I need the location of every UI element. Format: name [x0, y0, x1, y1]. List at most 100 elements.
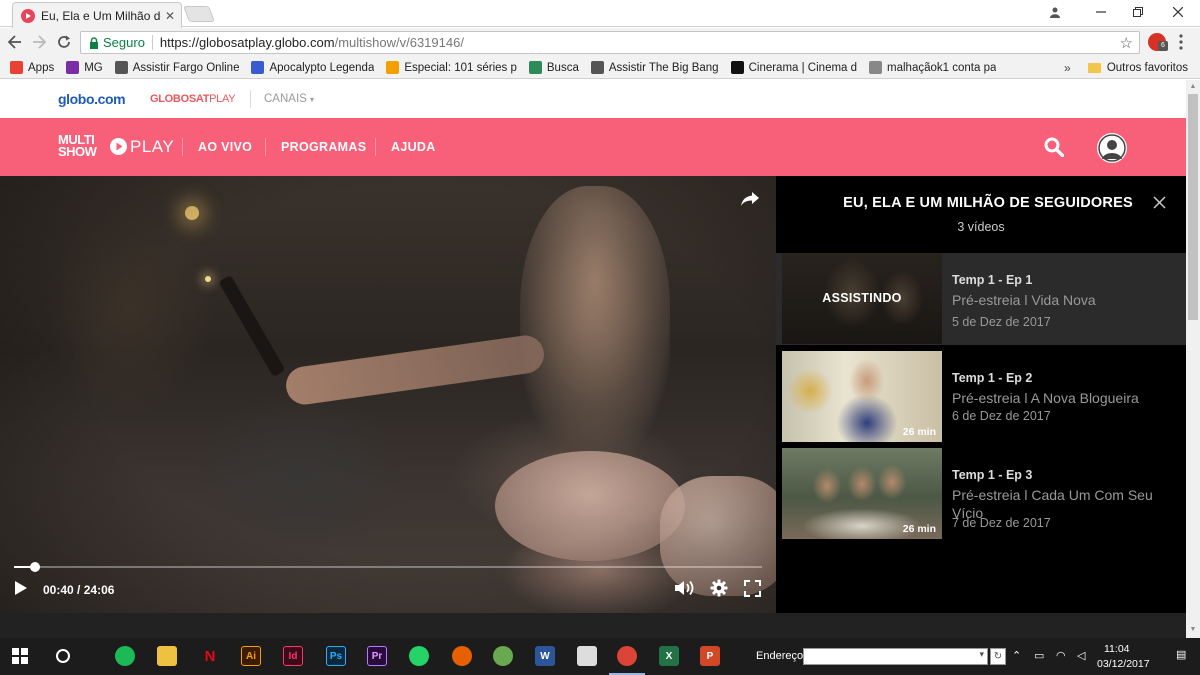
video-player[interactable]: 00:40 / 24:06: [0, 176, 776, 613]
minimize-icon[interactable]: [1090, 4, 1112, 20]
bookmarks-bar: Apps MG Assistir Fargo Online Apocalypto Le…: [0, 57, 1200, 79]
bookmark-label: Assistir Fargo Online: [132, 61, 240, 74]
notifications-icon[interactable]: ▤: [1176, 648, 1186, 661]
globo-logo[interactable]: globo.com: [58, 91, 126, 107]
back-arrow-icon[interactable]: [6, 33, 24, 51]
page-scrollbar[interactable]: ▲ ▼: [1186, 80, 1200, 638]
volume-icon[interactable]: [674, 579, 696, 597]
forward-arrow-icon[interactable]: [30, 33, 48, 51]
bookmark-item[interactable]: Apocalypto Legenda: [251, 61, 374, 74]
address-bar[interactable]: Seguro https://globosatplay.globo.com /m…: [80, 31, 1140, 54]
address-toolbar-input[interactable]: ▾: [803, 648, 988, 665]
episode-number: Temp 1 - Ep 3: [952, 468, 1033, 482]
bookmark-label: MG: [84, 61, 103, 74]
browser-tab[interactable]: Eu, Ela e Um Milhão de S ✕: [12, 2, 182, 28]
scrollbar-thumb[interactable]: [1188, 94, 1198, 320]
nav-programas[interactable]: PROGRAMAS: [281, 140, 366, 154]
bookmarks-overflow-icon[interactable]: »: [1064, 61, 1071, 75]
chrome-menu-icon[interactable]: [1178, 34, 1184, 50]
nav-ajuda[interactable]: AJUDA: [391, 140, 436, 154]
video-time: 00:40 / 24:06: [43, 583, 115, 597]
wifi-icon[interactable]: ◠: [1056, 649, 1066, 662]
refresh-icon[interactable]: ↻: [990, 648, 1006, 665]
profile-icon[interactable]: [1044, 4, 1066, 20]
bookmark-item[interactable]: MG: [66, 61, 103, 74]
premiere-icon[interactable]: Pr: [367, 646, 387, 666]
cortana-icon[interactable]: [53, 646, 73, 666]
bookmark-item[interactable]: Apps: [10, 61, 54, 74]
bookmark-star-icon[interactable]: ☆: [1120, 34, 1133, 52]
user-avatar[interactable]: [1097, 133, 1127, 163]
video-progress-bar[interactable]: [14, 562, 762, 572]
globosat-play-logo[interactable]: GLOBOSATPLAY: [150, 93, 236, 105]
play-icon[interactable]: [14, 580, 28, 596]
bookmark-item[interactable]: malhaçãok1 conta pa: [869, 61, 996, 74]
scroll-down-icon[interactable]: ▼: [1189, 626, 1197, 633]
chrome-icon[interactable]: [617, 646, 637, 666]
nav-divider: [265, 138, 266, 156]
excel-icon[interactable]: X: [659, 646, 679, 666]
bookmark-label: Apps: [28, 61, 55, 74]
playlist-title: EU, ELA E UM MILHÃO DE SEGUIDORES: [843, 195, 1133, 211]
clock-date[interactable]: 03/12/2017: [1097, 658, 1150, 670]
speaker-icon[interactable]: ◁: [1077, 649, 1085, 662]
powerpoint-icon[interactable]: P: [700, 646, 720, 666]
app-green-icon[interactable]: [493, 646, 513, 666]
bookmark-item[interactable]: Cinerama | Cinema d: [730, 61, 857, 74]
omnibox-divider: [151, 35, 153, 50]
scroll-up-icon[interactable]: ▲: [1189, 83, 1197, 90]
other-bookmarks[interactable]: Outros favoritos: [1087, 57, 1188, 79]
url-host: https://globosatplay.globo.com: [159, 35, 335, 50]
bookmark-item[interactable]: Busca: [528, 61, 579, 74]
clock-time[interactable]: 11:04: [1104, 643, 1130, 655]
episode-item[interactable]: ASSISTINDO Temp 1 - Ep 1 Pré-estreia l V…: [776, 253, 1186, 345]
store-icon[interactable]: [577, 646, 597, 666]
nav-ao-vivo[interactable]: AO VIVO: [198, 140, 252, 154]
share-icon[interactable]: [740, 191, 760, 207]
bookmark-item[interactable]: Assistir The Big Bang: [590, 61, 719, 74]
whatsapp-icon[interactable]: [409, 646, 429, 666]
bookmark-label: Especial: 101 séries p: [404, 61, 517, 74]
file-explorer-icon[interactable]: [157, 646, 177, 666]
bookmark-favicon-icon: [66, 61, 80, 74]
close-tab-icon[interactable]: ✕: [165, 9, 175, 23]
fullscreen-icon[interactable]: [744, 580, 761, 597]
bookmark-favicon-icon: [386, 61, 400, 74]
multishow-logo[interactable]: MULTI SHOW: [58, 133, 97, 158]
settings-gear-icon[interactable]: [710, 579, 728, 597]
illustrator-icon[interactable]: Ai: [241, 646, 261, 666]
chevron-up-icon[interactable]: ⌃: [1012, 649, 1021, 662]
bookmark-item[interactable]: Assistir Fargo Online: [114, 61, 240, 74]
episode-number: Temp 1 - Ep 1: [952, 273, 1033, 287]
firefox-icon[interactable]: [452, 646, 472, 666]
video-progress-handle[interactable]: [30, 562, 40, 572]
other-bookmarks-label: Outros favoritos: [1106, 62, 1188, 74]
nav-divider: [182, 138, 183, 156]
indesign-icon[interactable]: Id: [283, 646, 303, 666]
close-icon[interactable]: [1153, 196, 1166, 209]
episode-item[interactable]: 26 min Temp 1 - Ep 2 Pré-estreia l A Nov…: [776, 351, 1186, 443]
chevron-down-icon[interactable]: ▾: [979, 649, 984, 660]
close-window-icon[interactable]: [1167, 4, 1189, 20]
secure-label: Seguro: [103, 35, 145, 50]
bookmark-favicon-icon: [869, 61, 883, 74]
search-icon[interactable]: [1044, 137, 1064, 157]
channels-dropdown[interactable]: CANAIS ▾: [264, 93, 314, 105]
current-time: 00:40: [43, 583, 74, 597]
episode-item[interactable]: 26 min Temp 1 - Ep 3 Pré-estreia l Cada …: [776, 448, 1186, 540]
restore-icon[interactable]: [1127, 4, 1149, 20]
bookmark-item[interactable]: Especial: 101 séries p: [386, 61, 517, 74]
battery-icon[interactable]: ▭: [1034, 649, 1044, 662]
spotify-icon[interactable]: [115, 646, 135, 666]
episode-number: Temp 1 - Ep 2: [952, 371, 1033, 385]
netflix-icon[interactable]: N: [200, 646, 220, 666]
reload-icon[interactable]: [55, 33, 73, 51]
photoshop-icon[interactable]: Ps: [326, 646, 346, 666]
episode-duration: 26 min: [902, 426, 936, 438]
episode-date: 6 de Dez de 2017: [952, 409, 1051, 423]
new-tab-button[interactable]: [183, 6, 215, 22]
windows-taskbar: N Ai Id Ps Pr W X P Endereço ▾ ↻ ⌃ ▭ ◠ ◁ 11:04 …: [0, 638, 1200, 675]
word-icon[interactable]: W: [535, 646, 555, 666]
chevron-down-icon: ▾: [310, 95, 315, 104]
windows-start-icon[interactable]: [10, 646, 30, 666]
